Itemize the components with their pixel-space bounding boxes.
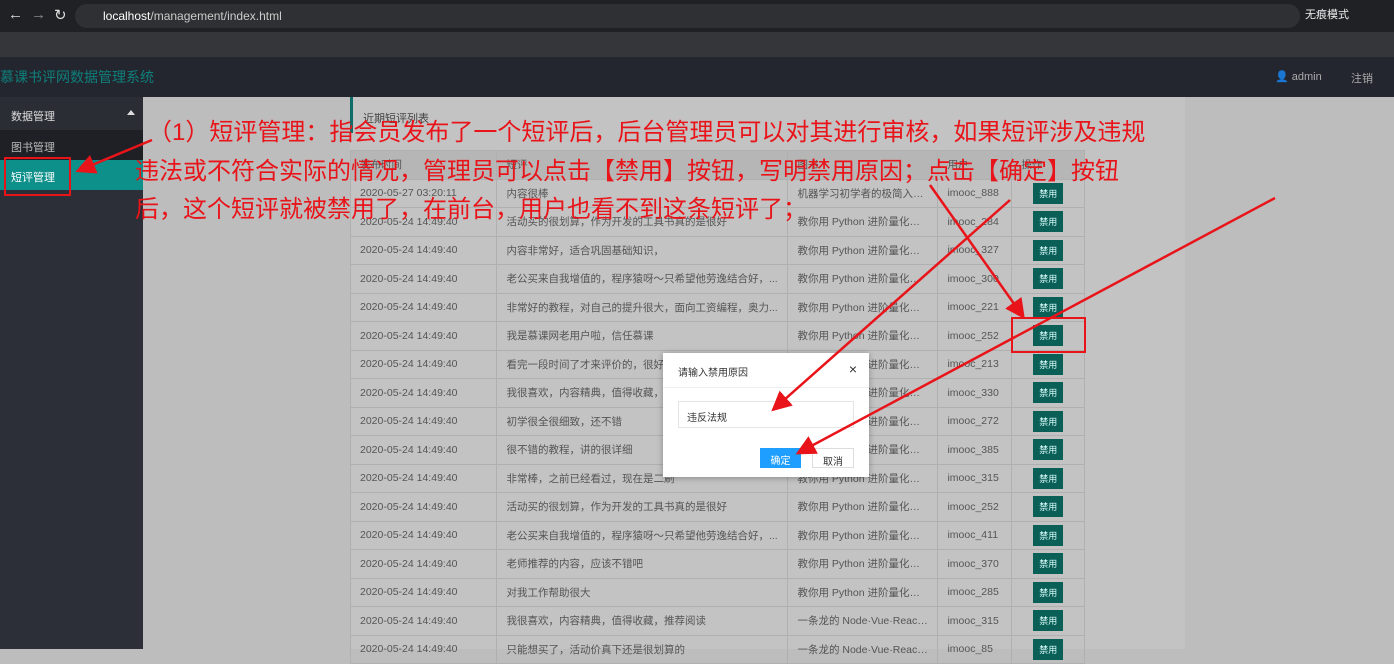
annotation-overlay [4, 138, 1276, 455]
highlight-box-sidebar [4, 157, 71, 196]
arrow-to-ban-button [928, 184, 1025, 320]
highlight-box-ban [1011, 317, 1086, 353]
arrow-to-confirm [795, 196, 1276, 455]
arrow-to-input [771, 199, 1011, 412]
arrow-to-sidebar [75, 138, 153, 174]
